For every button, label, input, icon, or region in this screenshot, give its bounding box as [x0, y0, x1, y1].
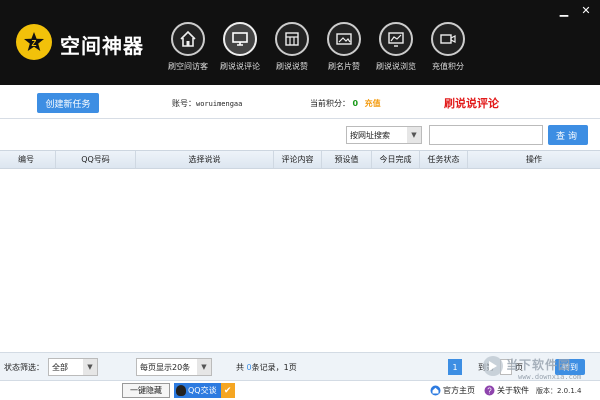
- mode-title: 刷说说评论: [444, 97, 499, 110]
- status-filter-label: 状态筛选：: [4, 363, 44, 372]
- task-table-body: [0, 169, 600, 352]
- qq-talk-label: QQ交谈: [188, 386, 217, 395]
- svg-text:?: ?: [487, 387, 492, 396]
- official-home-link[interactable]: 官方主页: [430, 385, 475, 396]
- nav-item-recharge[interactable]: 充值积分: [422, 22, 474, 72]
- points-label: 当前积分：: [310, 99, 350, 108]
- goto-prefix: 到第: [478, 363, 494, 372]
- search-bar: 按网址搜索 ▼ 查询: [0, 120, 600, 150]
- qq-penguin-icon: [176, 385, 186, 396]
- title-bar: Z 空间神器 ▁ ✕ 刷空间访客 刷说说评论 刷说说赞 刷名片赞 刷说说浏览 充…: [0, 0, 600, 85]
- qq-talk-button[interactable]: QQ交谈 ✔: [174, 383, 235, 398]
- about-link[interactable]: ? 关于软件: [484, 385, 529, 396]
- info-bar: 创建新任务 账号：woruimengaa 当前积分： 0 充值 刷说说评论: [0, 85, 600, 119]
- pagination-bar: 状态筛选： 全部 ▼ 每页显示20条 ▼ 共 0条记录，1页 1 到第 页 转到: [0, 352, 600, 380]
- video-icon: [431, 22, 465, 56]
- version-value: 2.0.1.4: [557, 387, 582, 395]
- record-count: 共 0条记录，1页: [236, 362, 297, 373]
- check-icon: ✔: [220, 383, 235, 398]
- official-home-label: 官方主页: [443, 386, 475, 395]
- search-type-select[interactable]: 按网址搜索 ▼: [346, 126, 422, 144]
- col-header-comment[interactable]: 评论内容: [274, 151, 322, 168]
- search-input[interactable]: [429, 125, 543, 145]
- goto-suffix: 页: [515, 363, 523, 372]
- main-nav: 刷空间访客 刷说说评论 刷说说赞 刷名片赞 刷说说浏览 充值积分: [162, 22, 474, 72]
- col-header-qq[interactable]: QQ号码: [56, 151, 136, 168]
- home-icon: [430, 385, 441, 396]
- goto-page-input[interactable]: [500, 359, 512, 375]
- chart-icon: [379, 22, 413, 56]
- points-info: 当前积分： 0 充值: [310, 98, 381, 109]
- chevron-down-icon: ▼: [197, 359, 211, 375]
- points-value: 0: [352, 99, 359, 108]
- version-info: 版本：2.0.1.4: [536, 386, 582, 396]
- page-size-value: 每页显示20条: [140, 362, 191, 372]
- app-title: 空间神器: [60, 34, 144, 58]
- col-header-select-post[interactable]: 选择说说: [136, 151, 274, 168]
- svg-text:Z: Z: [32, 39, 37, 48]
- record-suffix: 条记录，1页: [251, 363, 297, 372]
- nav-label: 充值积分: [432, 62, 464, 71]
- nav-item-views[interactable]: 刷说说浏览: [370, 22, 422, 72]
- record-prefix: 共: [236, 363, 244, 372]
- col-header-status[interactable]: 任务状态: [420, 151, 468, 168]
- nav-item-comments[interactable]: 刷说说评论: [214, 22, 266, 72]
- monitor-icon: [223, 22, 257, 56]
- hide-all-button[interactable]: 一键隐藏: [122, 383, 170, 398]
- nav-item-visitors[interactable]: 刷空间访客: [162, 22, 214, 72]
- version-label: 版本：: [536, 387, 557, 395]
- account-value: woruimengaa: [196, 100, 243, 108]
- goto-button[interactable]: 转到: [555, 359, 585, 375]
- footer-bar: 一键隐藏 QQ交谈 ✔ 官方主页 ? 关于软件 版本：2.0.1.4: [0, 380, 600, 400]
- calendar-icon: [275, 22, 309, 56]
- col-header-id[interactable]: 编号: [0, 151, 56, 168]
- account-info: 账号：woruimengaa: [172, 98, 242, 109]
- create-task-button[interactable]: 创建新任务: [37, 93, 99, 113]
- current-page-button[interactable]: 1: [448, 359, 462, 375]
- nav-item-card-likes[interactable]: 刷名片赞: [318, 22, 370, 72]
- card-icon: [327, 22, 361, 56]
- about-label: 关于软件: [497, 386, 529, 395]
- home-icon: [171, 22, 205, 56]
- col-header-actions[interactable]: 操作: [468, 151, 600, 168]
- table-header: 编号 QQ号码 选择说说 评论内容 预设值 今日完成 任务状态 操作: [0, 150, 600, 169]
- nav-item-likes[interactable]: 刷说说赞: [266, 22, 318, 72]
- col-header-today[interactable]: 今日完成: [372, 151, 420, 168]
- nav-label: 刷名片赞: [328, 62, 360, 71]
- about-icon: ?: [484, 385, 495, 396]
- query-button[interactable]: 查询: [548, 125, 588, 145]
- recharge-link[interactable]: 充值: [365, 99, 381, 108]
- account-label: 账号：: [172, 99, 196, 108]
- close-button[interactable]: ✕: [580, 4, 592, 17]
- search-type-value: 按网址搜索: [350, 130, 390, 140]
- page-size-select[interactable]: 每页显示20条 ▼: [136, 358, 212, 376]
- nav-label: 刷说说赞: [276, 62, 308, 71]
- chevron-down-icon: ▼: [83, 359, 97, 375]
- app-logo-icon: Z: [16, 24, 52, 60]
- nav-label: 刷空间访客: [168, 62, 208, 71]
- status-filter-select[interactable]: 全部 ▼: [48, 358, 98, 376]
- nav-label: 刷说说评论: [220, 62, 260, 71]
- minimize-button[interactable]: ▁: [558, 4, 570, 17]
- chevron-down-icon: ▼: [407, 127, 421, 143]
- nav-label: 刷说说浏览: [376, 62, 416, 71]
- status-filter-value: 全部: [52, 362, 68, 372]
- col-header-preset[interactable]: 预设值: [322, 151, 372, 168]
